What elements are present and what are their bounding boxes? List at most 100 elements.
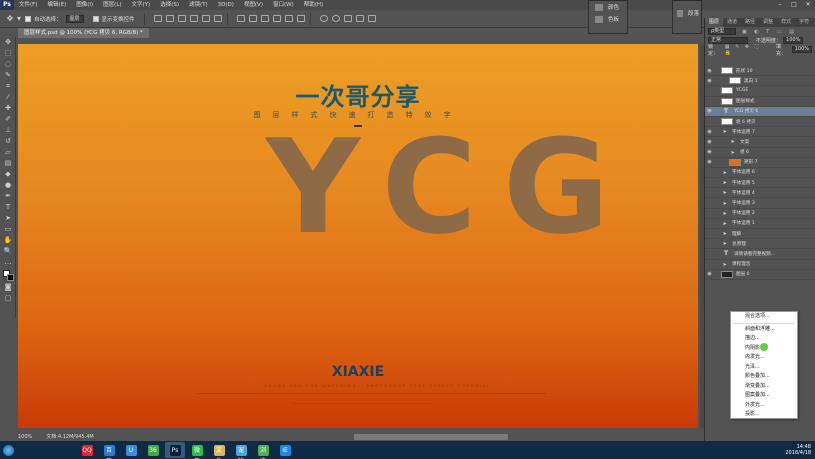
layer-row[interactable]: 图层样式 xyxy=(705,97,815,107)
visibility-eye-icon[interactable]: ◉ xyxy=(705,271,714,277)
3d-scale-icon[interactable] xyxy=(367,15,376,22)
menu-item[interactable]: 视图(V) xyxy=(239,0,268,10)
lasso-tool-icon[interactable]: ◌ xyxy=(0,59,16,70)
layer-row[interactable]: ◉ T YCG 拷贝 6 xyxy=(705,106,815,117)
panel-tab[interactable]: 通道 xyxy=(723,18,741,27)
filter-icons[interactable]: ▣ ◐ T ▭ ▤ xyxy=(742,29,797,35)
taskbar-app[interactable]: QQ xyxy=(77,442,97,458)
context-menu-item[interactable]: 混合选项... xyxy=(731,312,797,322)
context-menu-item[interactable]: 渐变叠加... xyxy=(731,382,797,392)
3d-rotate-icon[interactable] xyxy=(319,15,328,22)
context-menu-item[interactable]: 投影... xyxy=(731,410,797,420)
layer-row[interactable]: YCGE xyxy=(705,86,815,97)
stamp-tool-icon[interactable]: ⊥ xyxy=(0,125,16,136)
layer-row[interactable]: ◉ 矩形 7 xyxy=(705,158,815,168)
quick-mask-icon[interactable]: ◙ xyxy=(0,282,16,293)
menu-item[interactable]: 编辑(E) xyxy=(42,0,71,10)
swatch-row[interactable]: 色板 xyxy=(589,13,627,25)
visibility-eye-icon[interactable]: ◉ xyxy=(705,149,714,155)
color-swatches-icon[interactable] xyxy=(0,268,16,282)
eraser-tool-icon[interactable]: ▱ xyxy=(0,147,16,158)
paragraph-row[interactable]: 段落 xyxy=(673,7,701,19)
context-menu-item[interactable]: 颜色叠加... xyxy=(731,372,797,382)
layer-row[interactable]: ▸ 字体运用 4 xyxy=(705,188,815,199)
visibility-eye-icon[interactable]: ◉ xyxy=(705,68,714,74)
3d-slide-icon[interactable] xyxy=(355,15,364,22)
taskbar-app[interactable]: 宠物 xyxy=(231,442,251,459)
align-vcenter-icon[interactable] xyxy=(165,15,174,22)
layer-row[interactable]: ◉ 图层 0 xyxy=(705,270,815,280)
layer-row[interactable]: ▸ 总原理 xyxy=(705,239,815,250)
show-transform-checkbox[interactable] xyxy=(92,15,99,22)
panel-tab[interactable]: 图层 xyxy=(705,18,724,27)
kind-filter-dropdown[interactable]: ρ类型 xyxy=(708,28,736,35)
close-icon[interactable]: ✕ xyxy=(801,0,815,10)
context-menu-item[interactable]: 图案叠加... xyxy=(731,391,797,401)
path-select-tool-icon[interactable]: ➤ xyxy=(0,213,16,224)
distribute-vcenter-icon[interactable] xyxy=(248,15,257,22)
taskbar-app[interactable]: 浏览 xyxy=(253,442,273,459)
context-menu-item[interactable]: 光泽... xyxy=(731,363,797,373)
type-tool-icon[interactable]: T xyxy=(0,202,16,213)
distribute-bottom-icon[interactable] xyxy=(260,15,269,22)
layer-row[interactable]: ▸ 字体运用 3 xyxy=(705,198,815,209)
align-top-icon[interactable] xyxy=(153,15,162,22)
menu-item[interactable]: 文字(Y) xyxy=(127,0,156,10)
align-hcenter-icon[interactable] xyxy=(201,15,210,22)
taskbar-app[interactable]: IE xyxy=(275,442,295,458)
hand-tool-icon[interactable]: ✋ xyxy=(0,235,16,246)
taskbar-app[interactable]: 文件 xyxy=(209,442,229,459)
zoom-level[interactable]: 100% xyxy=(18,434,32,440)
visibility-eye-icon[interactable]: ◉ xyxy=(705,108,714,114)
lock-icons[interactable]: ▦ ✎ ✥ ⛶ 🔒 xyxy=(725,44,768,56)
distribute-right-icon[interactable] xyxy=(296,15,305,22)
clock[interactable]: 14:48 2018/4/18 xyxy=(785,444,811,456)
minimize-icon[interactable]: – xyxy=(773,0,787,10)
distribute-hcenter-icon[interactable] xyxy=(284,15,293,22)
healing-tool-icon[interactable]: ✚ xyxy=(0,103,16,114)
layer-row[interactable]: ▸ 字体运用 5 xyxy=(705,178,815,189)
move-tool-icon[interactable]: ✥ xyxy=(0,37,16,48)
move-tool-icon[interactable]: ✥ xyxy=(4,13,16,25)
quick-select-tool-icon[interactable]: ✎ xyxy=(0,70,16,81)
layer-row[interactable]: ◉ ▸ 组 6 xyxy=(705,148,815,158)
document-tab[interactable]: 图层样式.psd @ 100% (YCG 拷贝 6, RGB/8) * xyxy=(18,28,149,38)
visibility-eye-icon[interactable]: ◉ xyxy=(705,159,714,165)
align-left-icon[interactable] xyxy=(189,15,198,22)
context-menu-item[interactable]: 外发光... xyxy=(731,401,797,411)
panel-tab[interactable]: 样式 xyxy=(777,18,795,27)
brush-tool-icon[interactable]: ✐ xyxy=(0,114,16,125)
auto-select-checkbox[interactable] xyxy=(25,15,31,22)
auto-select-dropdown[interactable]: 图层 xyxy=(65,14,84,23)
distribute-left-icon[interactable] xyxy=(272,15,281,22)
context-menu-item[interactable]: 斜面和浮雕... xyxy=(731,325,797,335)
taskbar-app[interactable]: 微信 xyxy=(187,442,207,459)
menu-item[interactable]: 3D(D) xyxy=(213,0,239,10)
taskbar-app[interactable]: U xyxy=(121,442,141,458)
distribute-top-icon[interactable] xyxy=(236,15,245,22)
color-row[interactable]: 颜色 xyxy=(589,1,627,13)
menu-item[interactable]: 滤镜(T) xyxy=(184,0,213,10)
dodge-tool-icon[interactable]: ● xyxy=(0,180,16,191)
layer-row[interactable]: 组 6 拷贝 xyxy=(705,117,815,128)
layer-row[interactable]: ◉ 形状 10 xyxy=(705,66,815,77)
menu-item[interactable]: 帮助(H) xyxy=(299,0,328,10)
panel-tab[interactable]: 字符 xyxy=(795,18,813,27)
menu-item[interactable]: 图层(L) xyxy=(98,0,126,10)
layer-row[interactable]: ◉ 黑白 1 xyxy=(705,76,815,87)
menu-item[interactable]: 文件(F) xyxy=(14,0,42,10)
menu-item[interactable]: 窗口(W) xyxy=(268,0,299,10)
fill-field[interactable]: 100% xyxy=(791,46,812,53)
taskbar-app[interactable]: 36 xyxy=(143,442,163,458)
taskbar-app[interactable]: 百度 xyxy=(99,442,119,459)
3d-drag-icon[interactable] xyxy=(343,15,352,22)
gradient-tool-icon[interactable]: ▤ xyxy=(0,158,16,169)
screen-mode-icon[interactable]: ▢ xyxy=(0,293,16,304)
layer-row[interactable]: ◉ ▸ 字体运用 7 xyxy=(705,127,815,138)
layer-row[interactable]: ▸ 字体运用 1 xyxy=(705,219,815,229)
shape-tool-icon[interactable]: ▭ xyxy=(0,224,16,235)
marquee-tool-icon[interactable]: ⬚ xyxy=(0,48,16,59)
context-menu-item[interactable]: 内发光... xyxy=(731,353,797,363)
taskbar-app[interactable]: Ps xyxy=(165,442,185,458)
layer-row[interactable]: ◉ ▸ 文案 xyxy=(705,137,815,148)
